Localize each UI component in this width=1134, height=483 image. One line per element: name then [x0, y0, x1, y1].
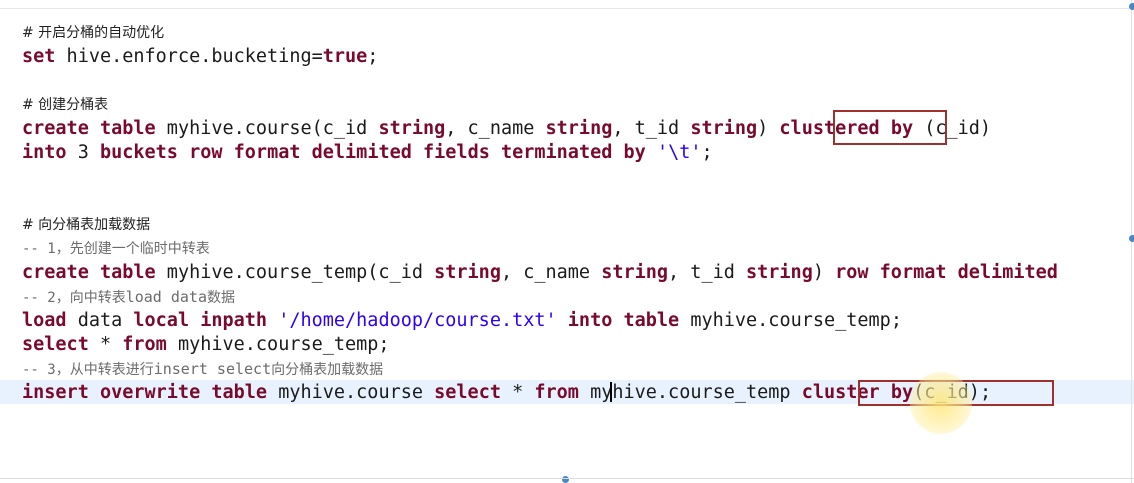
keyword-from: from	[534, 382, 579, 403]
resize-handle[interactable]	[1129, 235, 1134, 242]
type-string: string	[378, 118, 446, 139]
keyword-select: select	[434, 382, 501, 403]
top-divider	[0, 8, 1134, 9]
comment-text: 数据	[207, 290, 235, 306]
code-line-6: # 向分桶表加载数据	[22, 217, 151, 233]
keyword-buckets: buckets	[99, 142, 178, 163]
text-caret	[610, 382, 612, 402]
comment-code: load data	[125, 288, 207, 306]
keyword-load: load	[22, 310, 67, 331]
code-line-5: into 3 buckets row format delimited fiel…	[22, 141, 713, 165]
keyword-set: set	[22, 46, 56, 67]
code-text: myhive.course(c_id	[155, 118, 379, 139]
code-text: , t_id	[612, 118, 691, 139]
comment-code: insert select	[153, 360, 272, 378]
keyword-true: true	[322, 46, 368, 67]
keyword-delimited: delimited	[957, 262, 1058, 283]
code-text: *	[88, 334, 123, 355]
type-string: string	[434, 262, 501, 283]
keyword-insert: insert	[22, 382, 89, 403]
code-editor[interactable]: # 开启分桶的自动优化 set hive.enforce.bucketing=t…	[0, 0, 1134, 483]
code-line-13: insert overwrite table myhive.course sel…	[22, 381, 991, 405]
code-text: hive.enforce.bucketing=	[55, 46, 323, 67]
keyword-create: create	[22, 262, 89, 283]
keyword-format: format	[879, 262, 947, 283]
code-text: )	[757, 118, 780, 139]
keyword-local: local	[133, 310, 190, 331]
keyword-table: table	[211, 382, 268, 403]
keyword-delimited: delimited	[311, 142, 412, 163]
code-text: myhive.course_temp	[578, 382, 802, 403]
bottom-divider	[0, 478, 1134, 479]
code-text: ;	[367, 46, 379, 67]
comment-text: 向分桶表加载数据	[271, 362, 384, 378]
keyword-table: table	[99, 118, 156, 139]
keyword-table: table	[623, 310, 680, 331]
code-text: myhive.course_temp;	[679, 310, 902, 331]
resize-handle[interactable]	[1129, 3, 1134, 10]
keyword-format: format	[233, 142, 301, 163]
code-line-7: -- 1，先创建一个临时中转表	[22, 241, 210, 257]
comment-text: -- 2，向中转表	[22, 290, 126, 306]
type-string: string	[746, 262, 813, 283]
keyword-row: row	[835, 262, 869, 283]
code-text: , t_id	[668, 262, 746, 283]
keyword-overwrite: overwrite	[99, 382, 201, 403]
code-line-10: load data local inpath '/home/hadoop/cou…	[22, 309, 902, 333]
type-string: string	[601, 262, 669, 283]
code-text: myhive.course_temp;	[166, 334, 390, 355]
code-text: myhive.course	[267, 382, 435, 403]
keyword-table: table	[99, 262, 156, 283]
mouse-pointer-highlight	[910, 372, 972, 434]
code-line-8: create table myhive.course_temp(c_id str…	[22, 261, 1058, 285]
keyword-create: create	[22, 118, 89, 139]
keyword-terminated: terminated	[500, 142, 613, 163]
keyword-fields: fields	[423, 142, 490, 163]
code-text: )	[812, 262, 836, 283]
code-text: , c_name	[445, 118, 546, 139]
comment-text: -- 3，从中转表进行	[22, 362, 154, 378]
code-text: ;	[701, 142, 713, 163]
keyword-select: select	[22, 334, 89, 355]
code-line-11: select * from myhive.course_temp;	[22, 333, 390, 357]
code-text: myhive.course_temp(c_id	[155, 262, 435, 283]
code-line-9: -- 2，向中转表load data数据	[22, 285, 235, 309]
keyword-from: from	[122, 334, 167, 355]
string-literal: '\t'	[656, 142, 702, 163]
type-string: string	[545, 118, 613, 139]
type-string: string	[690, 118, 758, 139]
code-line-3: # 创建分桶表	[22, 97, 109, 113]
code-line-2: set hive.enforce.bucketing=true;	[22, 45, 378, 69]
keyword-by: by	[623, 142, 646, 163]
code-line-12: -- 3，从中转表进行insert select向分桶表加载数据	[22, 357, 383, 381]
keyword-inpath: inpath	[200, 310, 268, 331]
code-text: data	[66, 310, 134, 331]
keyword-into: into	[22, 142, 67, 163]
keyword-row: row	[189, 142, 223, 163]
code-text: *	[500, 382, 535, 403]
code-line-1: # 开启分桶的自动优化	[22, 25, 165, 41]
code-text: , c_name	[500, 262, 602, 283]
highlight-box-clustered	[833, 110, 947, 145]
code-text: 3	[66, 142, 100, 163]
string-literal: '/home/hadoop/course.txt'	[278, 310, 557, 331]
keyword-into: into	[567, 310, 613, 331]
